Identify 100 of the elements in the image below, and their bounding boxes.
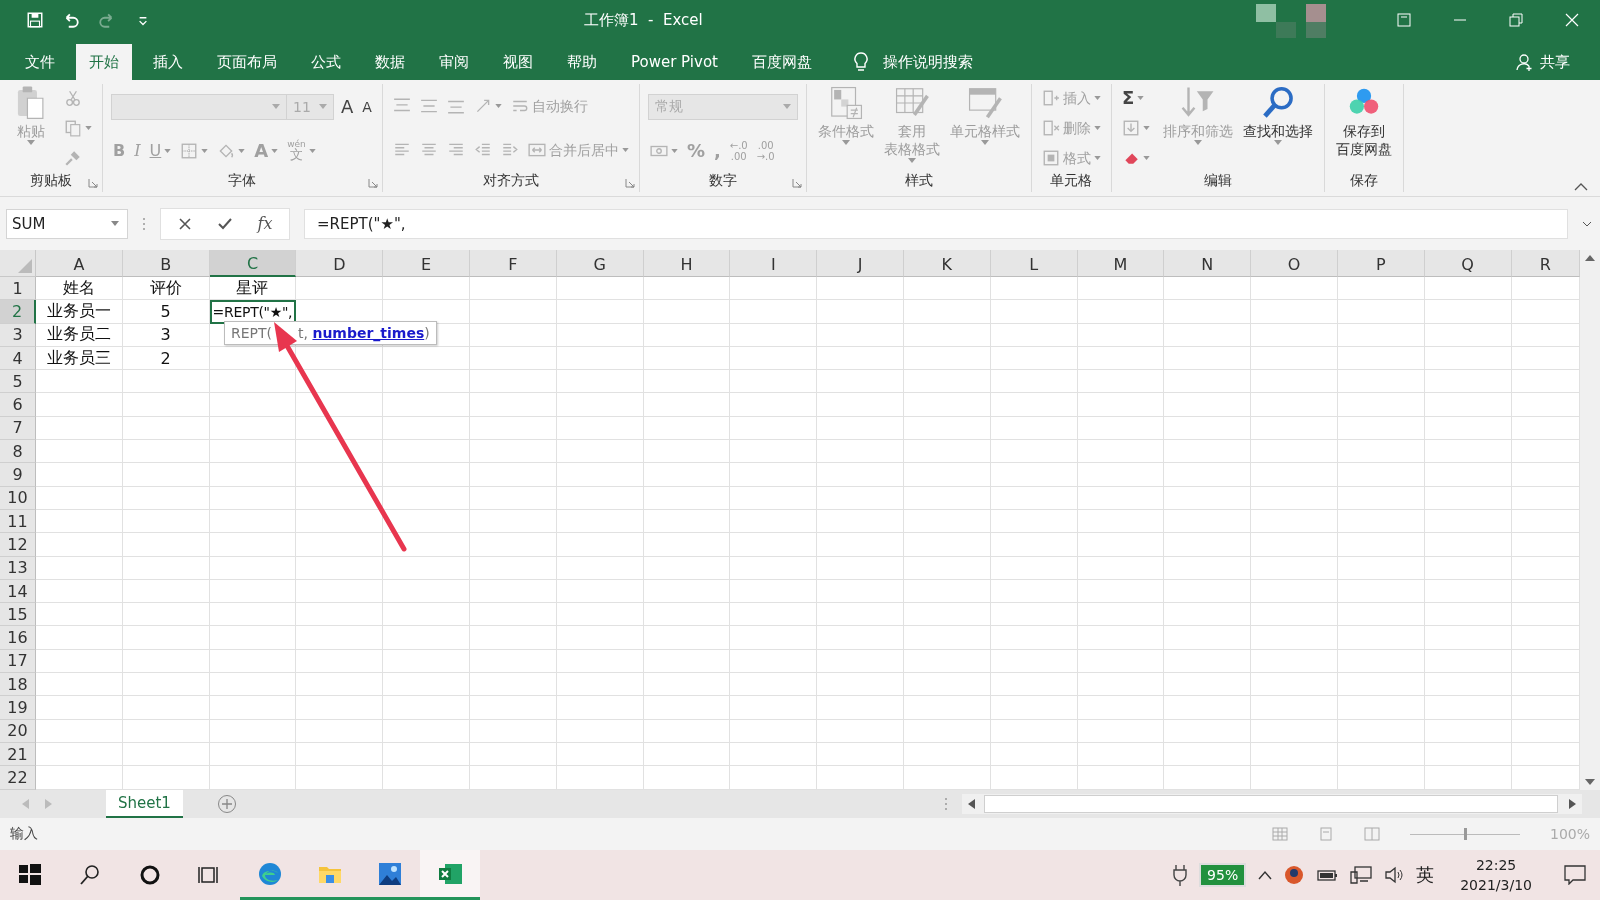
column-header[interactable]: M [1077, 250, 1165, 277]
column-header[interactable]: C [209, 250, 297, 277]
column-header[interactable]: G [556, 250, 644, 277]
caret-icon [841, 140, 850, 145]
save-to-cloud-button[interactable]: 保存到 百度网盘 [1332, 84, 1395, 172]
clock-button[interactable]: 22:25 2021/3/10 [1460, 855, 1532, 895]
plug-icon[interactable] [1173, 864, 1188, 886]
app-tray-icon[interactable] [1284, 865, 1305, 885]
column-header[interactable]: K [903, 250, 991, 277]
column-header[interactable]: N [1164, 250, 1252, 277]
increase-font-size-button[interactable]: A [339, 94, 356, 119]
row-header[interactable]: 14 [0, 579, 36, 604]
column-header[interactable]: H [643, 250, 731, 277]
row-header[interactable]: 15 [0, 603, 36, 627]
row-header[interactable]: 20 [0, 719, 36, 743]
row-header[interactable]: 16 [0, 626, 36, 650]
column-header[interactable]: D [296, 250, 384, 277]
column-header[interactable]: L [990, 250, 1078, 277]
taskbar-excel-button[interactable] [420, 850, 480, 900]
splitter-icon[interactable] [142, 215, 146, 232]
scroll-up-icon[interactable] [1585, 254, 1595, 262]
row-header[interactable]: 11 [0, 509, 36, 534]
splitter-icon[interactable] [944, 796, 948, 812]
battery-indicator[interactable]: 95% [1199, 863, 1247, 887]
row-header[interactable]: 13 [0, 556, 36, 580]
ribbon-tab[interactable]: 文件 [12, 44, 68, 80]
column-header[interactable]: P [1337, 250, 1425, 277]
formula-field[interactable]: =REPT("★", [304, 208, 1568, 239]
ribbon-tab[interactable]: 公式 [298, 44, 354, 80]
caret-icon [670, 148, 678, 153]
name-box[interactable]: SUM [6, 208, 128, 239]
share-button[interactable]: 共享 [1516, 44, 1570, 80]
row-header[interactable]: 21 [0, 742, 36, 767]
column-header[interactable]: A [36, 250, 123, 277]
dialog-launcher-icon[interactable] [367, 178, 378, 188]
page-layout-icon[interactable] [1317, 827, 1334, 841]
row-header[interactable]: 8 [0, 440, 36, 464]
row-header[interactable]: 1 [0, 277, 36, 301]
table-cell: 3 [122, 323, 210, 347]
column-header[interactable]: E [383, 250, 470, 277]
row-header[interactable]: 4 [0, 346, 36, 371]
notification-icon[interactable] [1564, 865, 1586, 885]
row-header[interactable]: 6 [0, 393, 36, 417]
row-header[interactable]: 2 [0, 300, 36, 324]
row-header[interactable]: 3 [0, 323, 36, 347]
copy-icon [64, 119, 82, 137]
find-select-button[interactable]: 查找和选择 [1239, 84, 1316, 172]
zoom-slider-thumb[interactable] [1463, 827, 1467, 840]
row-header[interactable]: 7 [0, 416, 36, 441]
page-break-icon[interactable] [1363, 827, 1380, 841]
column-header[interactable]: F [470, 250, 557, 277]
battery-icon[interactable] [1316, 868, 1339, 882]
dialog-launcher-icon[interactable] [88, 178, 98, 188]
volume-icon[interactable] [1384, 866, 1405, 884]
ribbon-tab[interactable]: 视图 [490, 44, 546, 80]
network-icon[interactable] [1350, 866, 1373, 884]
normal-view-icon[interactable] [1271, 827, 1288, 841]
row-header[interactable]: 9 [0, 463, 36, 487]
scroll-down-icon[interactable] [1585, 778, 1595, 786]
input-method-indicator[interactable]: 英 [1416, 863, 1435, 887]
column-header[interactable]: O [1251, 250, 1338, 277]
scroll-left-icon[interactable] [968, 799, 976, 809]
column-header[interactable]: Q [1424, 250, 1512, 277]
row-header[interactable]: 5 [0, 370, 36, 394]
ribbon-tab[interactable]: 数据 [362, 44, 418, 80]
autosum-button[interactable]: Σ [1119, 86, 1147, 110]
brush-icon [64, 149, 82, 167]
ribbon-tab[interactable]: 帮助 [554, 44, 610, 80]
sheet-tab[interactable]: Sheet1 [106, 790, 183, 818]
horizontal-scrollbar[interactable] [962, 794, 1582, 814]
expand-icon[interactable] [1582, 220, 1592, 227]
dialog-launcher-icon[interactable] [791, 178, 802, 188]
column-header[interactable]: B [122, 250, 210, 277]
add-sheet-icon[interactable] [216, 794, 237, 814]
ribbon-tab[interactable]: 插入 [140, 44, 196, 80]
row-header[interactable]: 10 [0, 486, 36, 510]
tell-me-search[interactable]: 操作说明搜索 [852, 44, 973, 80]
decrease-font-size-button[interactable]: A [360, 94, 374, 119]
row-header[interactable]: 17 [0, 649, 36, 674]
ribbon-tab[interactable]: 百度网盘 [738, 44, 825, 80]
windows-icon [17, 862, 43, 888]
column-header[interactable]: I [730, 250, 818, 277]
ribbon-tab[interactable]: 开始 [76, 44, 132, 80]
scroll-right-icon[interactable] [1568, 799, 1576, 809]
row-header[interactable]: 19 [0, 696, 36, 720]
row-header[interactable]: 12 [0, 533, 36, 557]
column-header[interactable]: J [817, 250, 904, 277]
row-header[interactable]: 22 [0, 766, 36, 790]
column-header[interactable]: R [1511, 250, 1580, 277]
select-all-icon[interactable] [18, 259, 32, 273]
ribbon-tab[interactable]: 审阅 [426, 44, 482, 80]
ribbon-tab[interactable]: 页面布局 [204, 44, 290, 80]
collapse-ribbon-icon[interactable] [1574, 182, 1588, 192]
chevron-up-icon[interactable] [1258, 870, 1273, 880]
insert-function-button[interactable]: fx [251, 209, 279, 238]
ribbon-tab[interactable]: Power Pivot [618, 44, 731, 80]
caret-icon [27, 140, 35, 145]
row-header[interactable]: 18 [0, 673, 36, 697]
table-cell: 评价 [122, 277, 210, 301]
dialog-launcher-icon[interactable] [624, 178, 635, 188]
